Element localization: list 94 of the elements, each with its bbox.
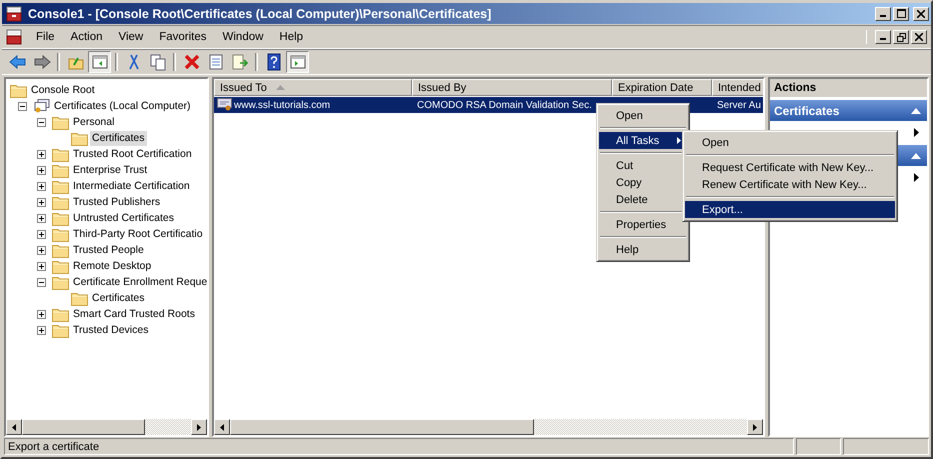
folder-icon (52, 178, 69, 194)
folder-icon (52, 146, 69, 162)
minimize-button[interactable] (875, 30, 891, 44)
restore-button[interactable] (893, 30, 909, 44)
folder-icon (52, 274, 69, 290)
folder-icon (52, 322, 69, 338)
table-cell: COMODO RSA Domain Validation Sec. (417, 100, 592, 110)
scroll-left-icon[interactable] (12, 424, 16, 430)
status-text: Export a certificate (4, 438, 794, 455)
expand-icon[interactable] (37, 310, 46, 318)
close-icon (915, 33, 923, 41)
certificate-icon (217, 98, 233, 112)
expand-icon[interactable] (37, 166, 46, 174)
maximize-button[interactable] (893, 6, 909, 20)
tree-item[interactable]: Trusted Root Certification (71, 146, 194, 162)
tree-item[interactable]: Intermediate Certification (71, 178, 192, 194)
actions-title: Actions (770, 79, 927, 98)
table-cell: www.ssl-tutorials.com (234, 100, 330, 110)
section-header[interactable]: Certificates (770, 100, 927, 121)
scroll-right-icon[interactable] (197, 424, 201, 430)
tree-item[interactable]: Third-Party Root Certificatio (71, 226, 205, 242)
tree-item[interactable]: Certificate Enrollment Reque (71, 274, 207, 290)
tree-item[interactable]: Trusted Publishers (71, 194, 162, 210)
folder-icon (52, 114, 69, 130)
submenu-arrow-icon[interactable] (914, 172, 919, 182)
scroll-right-icon[interactable] (753, 424, 757, 430)
tree-pane-icon[interactable] (88, 51, 111, 73)
maximize-icon (896, 9, 906, 18)
tree-item[interactable]: Untrusted Certificates (71, 210, 176, 226)
collapse-icon[interactable] (18, 102, 27, 110)
column-header[interactable]: Issued To (214, 79, 412, 96)
menu-item[interactable]: Action (62, 31, 110, 43)
context-menu-item[interactable]: Help (599, 241, 687, 258)
horizontal-scrollbar[interactable] (214, 419, 763, 435)
tree-item[interactable]: Certificates (90, 130, 147, 146)
horizontal-scrollbar[interactable] (6, 419, 207, 435)
folder-icon (52, 210, 69, 226)
menu-item[interactable]: Favorites (151, 31, 215, 43)
expand-icon[interactable] (37, 262, 46, 270)
folder-icon (71, 290, 88, 306)
tree-item[interactable]: Remote Desktop (71, 258, 154, 274)
tree-item[interactable]: Certificates (Local Computer) (52, 98, 193, 114)
tree-item[interactable]: Personal (71, 114, 116, 130)
folder-icon (52, 258, 69, 274)
submenu-arrow-icon[interactable] (914, 128, 919, 136)
window-title: Console1 - [Console Root\Certificates (Local Computer)\Personal\Certificates] (28, 6, 492, 20)
column-header[interactable]: Intended (712, 79, 763, 96)
expand-icon[interactable] (37, 246, 46, 254)
expand-icon[interactable] (37, 230, 46, 238)
toolbox-icon[interactable] (6, 29, 22, 45)
minimize-icon (880, 14, 886, 16)
submenu-item[interactable]: Open (685, 134, 895, 151)
menu-item[interactable]: File (28, 31, 63, 43)
minimize-button[interactable] (875, 6, 891, 20)
restore-icon (896, 32, 906, 42)
tree-item[interactable]: Trusted People (71, 242, 146, 258)
close-icon (917, 10, 925, 18)
minimize-icon (880, 38, 886, 40)
expand-icon[interactable] (37, 182, 46, 190)
folder-icon (10, 82, 27, 98)
tree-item[interactable]: Smart Card Trusted Roots (71, 306, 197, 322)
folder-icon (52, 242, 69, 258)
expand-icon[interactable] (37, 198, 46, 206)
context-menu-item[interactable]: Properties (599, 216, 687, 233)
expand-icon[interactable] (37, 326, 46, 334)
expand-icon[interactable] (37, 150, 46, 158)
menu-item[interactable]: Help (271, 31, 312, 43)
collapse-icon[interactable] (37, 118, 46, 126)
tree-item[interactable]: Console Root (29, 82, 97, 98)
close-button[interactable] (913, 6, 929, 20)
folder-icon (52, 194, 69, 210)
submenu-item[interactable]: Export... (685, 201, 895, 218)
collapse-icon[interactable] (37, 278, 46, 286)
folder-icon (71, 130, 88, 146)
action-pane-icon[interactable] (286, 51, 309, 73)
scroll-left-icon[interactable] (220, 424, 224, 430)
expand-icon[interactable] (37, 214, 46, 222)
submenu-item[interactable]: Renew Certificate with New Key... (685, 176, 895, 193)
folder-icon (52, 226, 69, 242)
column-header[interactable]: Expiration Date (612, 79, 712, 96)
menu-item[interactable]: View (110, 31, 152, 43)
folder-icon (52, 306, 69, 322)
menu-item[interactable]: Window (214, 31, 272, 43)
submenu-arrow-icon (677, 137, 681, 144)
submenu-item[interactable]: Request Certificate with New Key... (685, 159, 895, 176)
tree-item[interactable]: Enterprise Trust (71, 162, 150, 178)
toolbox-icon (6, 6, 22, 22)
certificate-store-icon (33, 98, 50, 114)
folder-icon (52, 162, 69, 178)
table-cell: Server Au (717, 100, 761, 110)
tree-item[interactable]: Certificates (90, 290, 147, 306)
column-header[interactable]: Issued By (412, 79, 612, 96)
tree-item[interactable]: Trusted Devices (71, 322, 150, 338)
close-button[interactable] (911, 30, 927, 44)
